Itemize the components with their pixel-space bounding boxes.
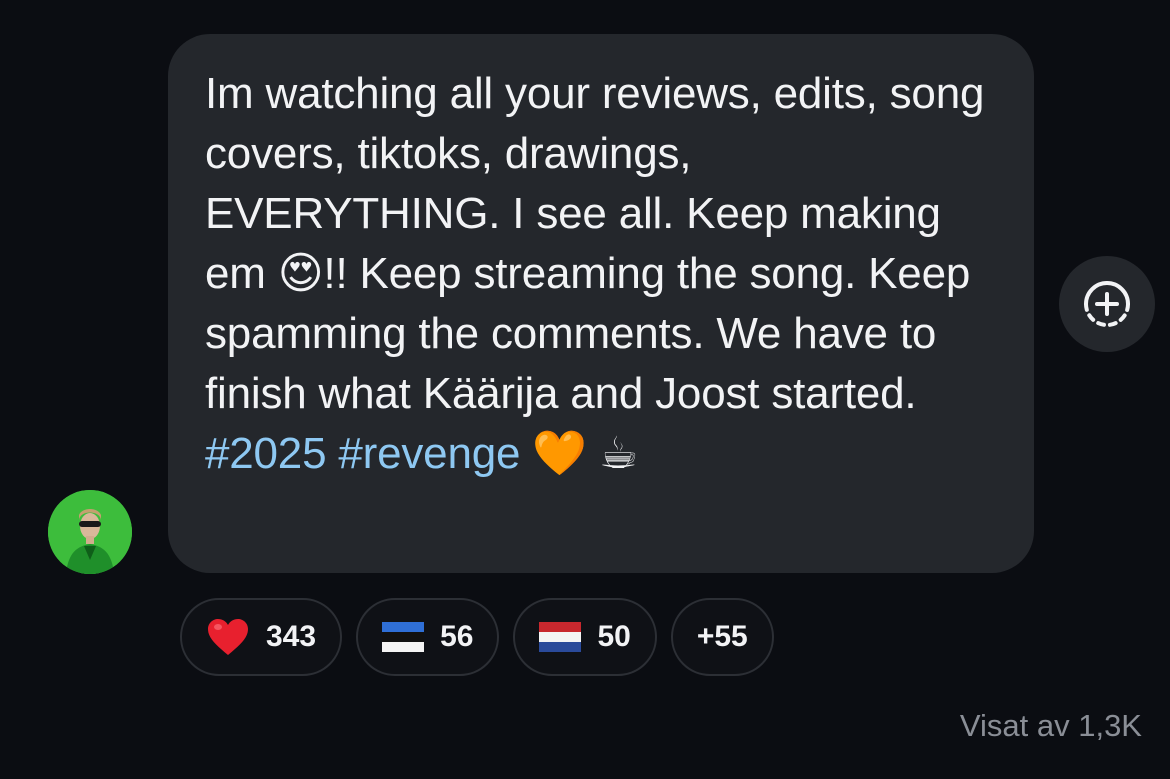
reaction-heart[interactable]: 343 (180, 598, 343, 676)
estonia-flag-icon (382, 622, 425, 652)
reaction-count: 50 (597, 620, 631, 653)
message-text: Im watching all your reviews, edits, son… (205, 64, 998, 484)
message-bubble[interactable]: Im watching all your reviews, edits, son… (168, 34, 1034, 573)
reaction-bar: 343 56 50 +55 (180, 598, 774, 676)
reaction-count: 56 (440, 620, 474, 653)
reaction-more-count: +55 (696, 620, 748, 653)
hashtag-2025-link[interactable]: #2025 (205, 429, 327, 478)
reaction-netherlands-flag[interactable]: 50 (513, 598, 657, 676)
sender-avatar[interactable] (48, 490, 132, 574)
hashtag-revenge-link[interactable]: #revenge (338, 429, 520, 478)
netherlands-flag-icon (539, 622, 582, 652)
heart-eyes-emoji-icon: 😍 (277, 249, 324, 298)
reaction-estonia-flag[interactable]: 56 (356, 598, 500, 676)
message-thread: Im watching all your reviews, edits, son… (0, 0, 1170, 779)
reaction-count: 343 (266, 620, 317, 653)
add-reaction-button[interactable] (1059, 256, 1155, 352)
coffee-emoji-icon: ☕ (598, 429, 639, 478)
orange-heart-emoji-icon: 🧡 (532, 429, 587, 478)
avatar-image (48, 490, 132, 574)
add-reaction-icon (1084, 281, 1130, 328)
seen-by-count[interactable]: Visat av 1,3K (960, 708, 1142, 744)
red-heart-icon (206, 617, 250, 657)
reaction-more[interactable]: +55 (670, 598, 774, 676)
